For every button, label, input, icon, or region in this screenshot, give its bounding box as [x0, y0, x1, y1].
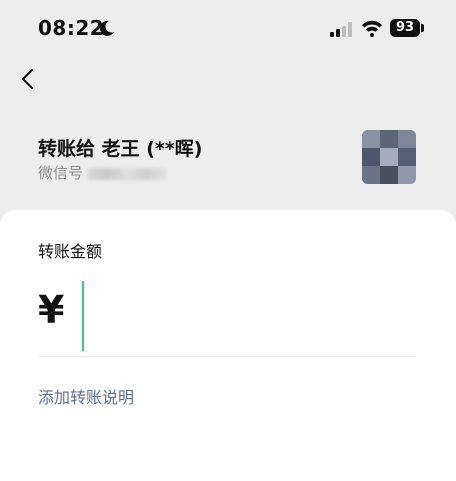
- divider: [38, 356, 416, 357]
- cellular-signal-icon: [330, 22, 352, 37]
- payee-wechat-id: 微信号: [38, 162, 168, 183]
- text-caret: [82, 281, 84, 351]
- amount-input[interactable]: [82, 280, 412, 350]
- chevron-left-icon: [22, 69, 33, 89]
- wechat-id-redacted: [87, 167, 168, 180]
- status-time: 08:22: [38, 16, 105, 40]
- battery-nub: [421, 24, 424, 32]
- wechat-id-label: 微信号: [38, 164, 84, 182]
- avatar[interactable]: [362, 130, 416, 184]
- battery-icon: 93: [390, 19, 420, 37]
- transfer-card: 转账金额 ¥ 添加转账说明: [0, 210, 456, 481]
- currency-symbol: ¥: [38, 288, 65, 332]
- add-transfer-note-link[interactable]: 添加转账说明: [38, 384, 134, 408]
- wifi-icon: [362, 20, 382, 37]
- back-button[interactable]: [14, 64, 44, 94]
- status-bar: 08:22 93: [0, 0, 456, 58]
- payee-title: 转账给 老王 (**晖): [38, 138, 203, 160]
- amount-label: 转账金额: [38, 242, 103, 261]
- moon-icon: [99, 20, 114, 36]
